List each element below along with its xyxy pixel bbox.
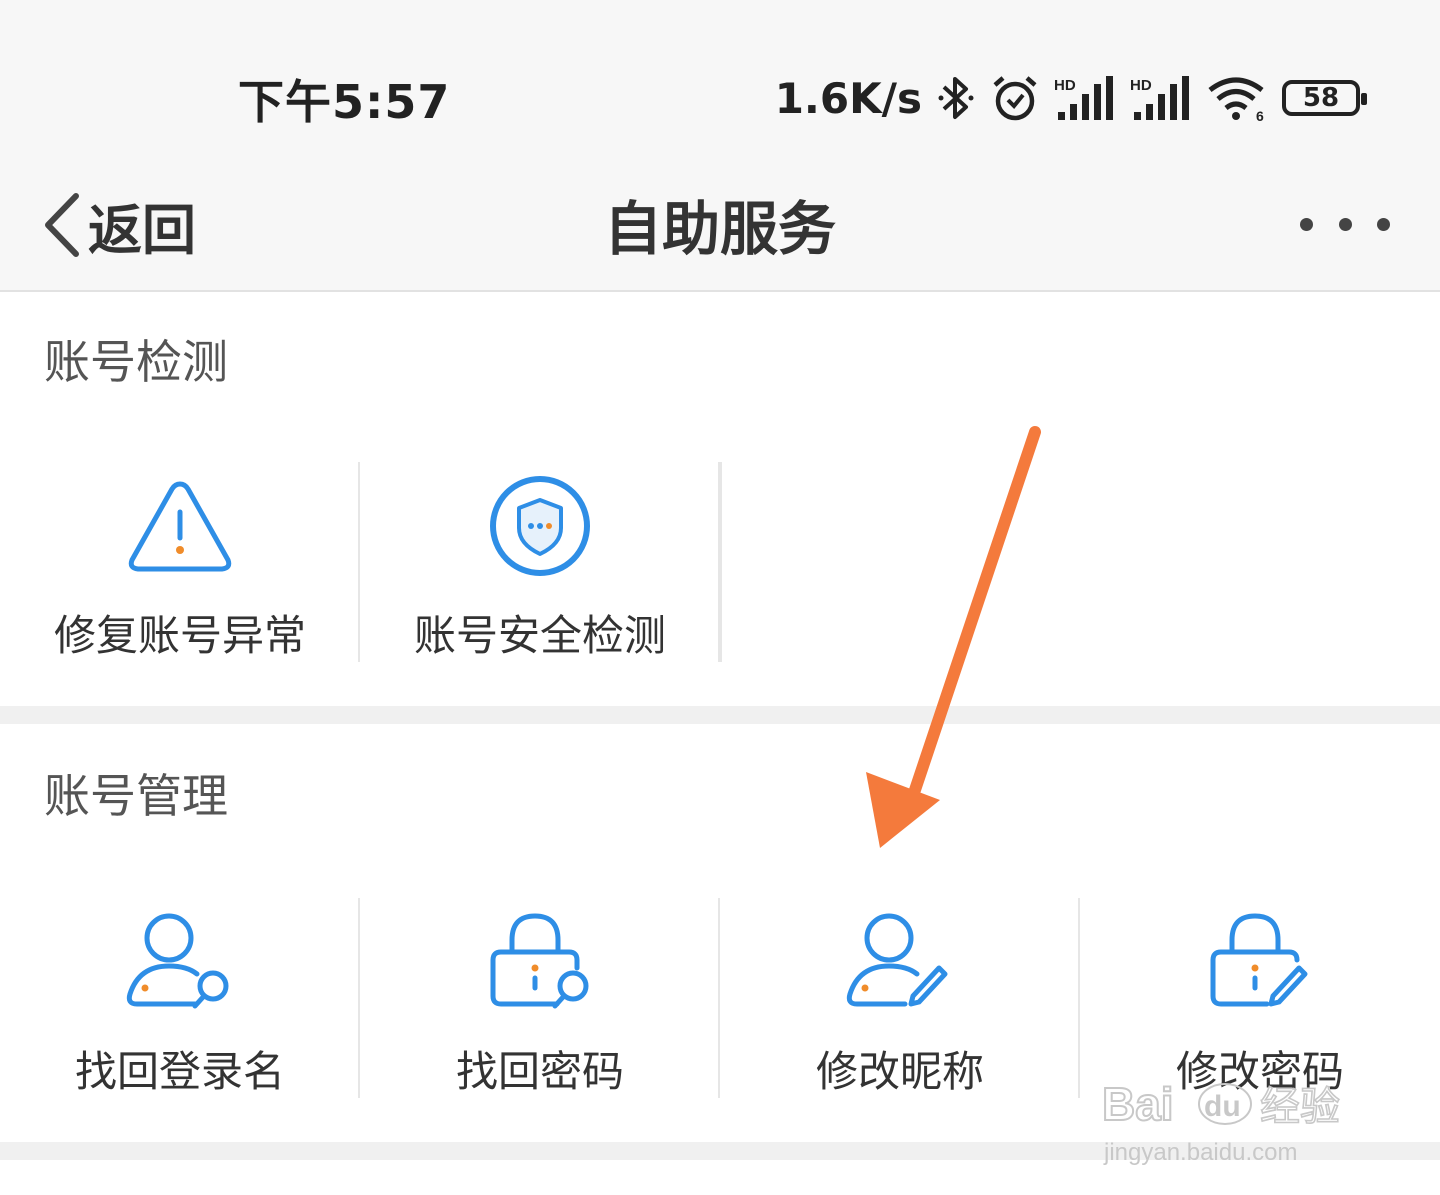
more-icon[interactable] [1300, 196, 1390, 252]
divider [720, 462, 722, 662]
shield-icon [490, 476, 590, 576]
wifi-icon: 6 [1208, 77, 1264, 122]
security-check-button[interactable]: 账号安全检测 [360, 462, 720, 662]
bluetooth-icon [938, 77, 974, 119]
hd-signal-icon: HD [1054, 76, 1113, 120]
cell-label: 找回登录名 [74, 1047, 285, 1096]
cell-label: 修改昵称 [815, 1047, 984, 1096]
more-dot [1300, 217, 1313, 231]
svg-text:6: 6 [1256, 108, 1264, 122]
account-management-grid: 找回登录名 找回密码 修改昵称 修改密码 [0, 898, 1440, 1098]
lock-search-icon [490, 913, 589, 1009]
nav-bar: 返回 自助服务 [0, 160, 1440, 292]
net-speed: 1.6K/s [774, 73, 922, 123]
user-search-icon [126, 913, 229, 1009]
section-divider [0, 1142, 1440, 1160]
more-dot [1377, 217, 1390, 231]
section-divider [0, 706, 1440, 724]
section-title: 账号检测 [44, 335, 228, 389]
account-detection-grid: 修复账号异常 账号安全检测 [0, 462, 1440, 662]
section-account-detection: 账号检测 修复账号异常 账号安全检测 [0, 292, 1440, 706]
svg-text:HD: HD [1054, 77, 1076, 94]
cell-label: 账号安全检测 [413, 611, 666, 660]
change-password-button[interactable]: 修改密码 [1080, 898, 1440, 1098]
more-dot [1338, 217, 1352, 231]
hd-signal-icon: HD [1130, 76, 1189, 120]
change-nickname-button[interactable]: 修改昵称 [720, 898, 1080, 1098]
recover-password-button[interactable]: 找回密码 [360, 898, 720, 1098]
warning-icon [128, 481, 232, 572]
svg-text:HD: HD [1130, 77, 1152, 94]
cell-label: 修改密码 [1175, 1047, 1344, 1096]
battery-level: 58 [1302, 83, 1340, 113]
recover-login-name-button[interactable]: 找回登录名 [0, 898, 360, 1098]
section-account-management: 账号管理 找回登录名 找回密码 修改昵称 修改密码 [0, 724, 1440, 1142]
status-icons: 1.6K/s HD HD 6 58 [774, 70, 1367, 126]
battery-icon: 58 [1282, 80, 1367, 116]
alarm-icon [993, 76, 1037, 121]
status-time: 下午5:57 [238, 75, 451, 129]
status-bar: 下午5:57 1.6K/s HD HD 6 58 [0, 0, 1440, 160]
fix-account-button[interactable]: 修复账号异常 [0, 462, 360, 662]
cell-label: 修复账号异常 [53, 611, 306, 660]
section-title: 账号管理 [44, 769, 228, 823]
page-title: 自助服务 [603, 195, 836, 263]
user-edit-icon [846, 913, 948, 1007]
cell-label: 找回密码 [455, 1047, 624, 1096]
lock-edit-icon [1210, 913, 1308, 1007]
